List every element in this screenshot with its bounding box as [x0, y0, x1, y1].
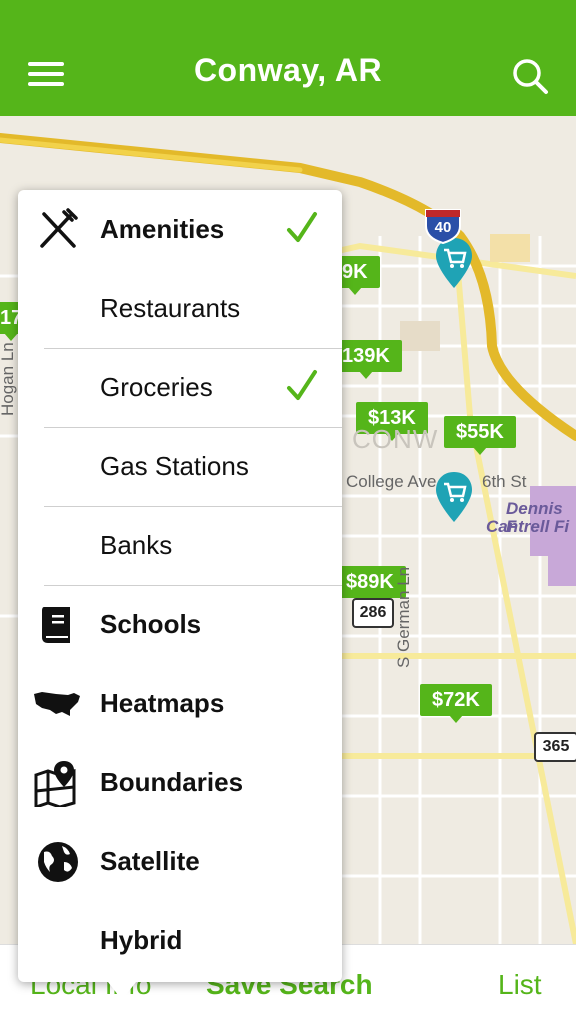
search-icon[interactable]	[508, 54, 552, 98]
price-marker[interactable]: $72K	[420, 684, 492, 723]
grocery-pin-icon[interactable]	[434, 470, 474, 524]
menu-item-gas-stations[interactable]: Gas Stations	[18, 427, 342, 506]
street-label: Hogan Ln	[0, 342, 17, 416]
menu-item-amenities[interactable]: Amenities	[18, 190, 342, 269]
place-label: Cantrell Fi	[486, 517, 570, 536]
checkmark-icon	[287, 370, 317, 400]
menu-item-label: Satellite	[100, 846, 200, 876]
street-label: S German Ln	[394, 566, 413, 668]
list-tab[interactable]: List	[498, 969, 542, 1001]
local-info-menu: Amenities Restaurants Groceries Gas Stat…	[18, 190, 342, 1000]
menu-item-hybrid[interactable]: Hybrid	[18, 901, 342, 980]
grocery-pin-icon[interactable]	[434, 236, 474, 290]
book-icon	[42, 607, 70, 643]
menu-item-label: Schools	[100, 609, 202, 639]
menu-item-banks[interactable]: Banks	[18, 506, 342, 585]
menu-item-label: Gas Stations	[100, 451, 249, 481]
usa-map-icon	[34, 692, 80, 716]
menu-item-label: Hybrid	[100, 925, 183, 955]
price-marker[interactable]: $55K	[444, 416, 516, 455]
globe-icon	[38, 842, 78, 882]
menu-item-boundaries[interactable]: Boundaries	[18, 743, 342, 822]
fork-knife-icon	[40, 208, 78, 248]
menu-item-heatmaps[interactable]: Heatmaps	[18, 664, 342, 743]
menu-item-label: Banks	[100, 530, 173, 560]
menu-item-restaurants[interactable]: Restaurants	[18, 269, 342, 348]
menu-item-schools[interactable]: Schools	[18, 585, 342, 664]
menu-item-label: Heatmaps	[100, 688, 225, 718]
city-label: CONW	[352, 424, 439, 454]
menu-item-label: Restaurants	[100, 293, 241, 323]
checkmark-icon	[287, 212, 317, 242]
interstate-number: 40	[434, 219, 452, 236]
menu-item-satellite[interactable]: Satellite	[18, 822, 342, 901]
menu-item-label: Boundaries	[100, 767, 244, 797]
street-label: 6th St	[482, 472, 527, 491]
app-header: Conway, AR	[0, 0, 576, 116]
menu-item-label: Groceries	[100, 372, 213, 402]
route-365-shield: 365	[534, 732, 576, 762]
menu-item-groceries[interactable]: Groceries	[18, 348, 342, 427]
boundary-map-pin-icon	[34, 761, 76, 807]
route-286-shield: 286	[352, 598, 394, 628]
menu-item-label: Amenities	[100, 214, 225, 244]
street-label: College Ave	[346, 472, 437, 491]
interstate-shield-icon: 40	[424, 208, 462, 244]
page-title: Conway, AR	[193, 52, 383, 88]
